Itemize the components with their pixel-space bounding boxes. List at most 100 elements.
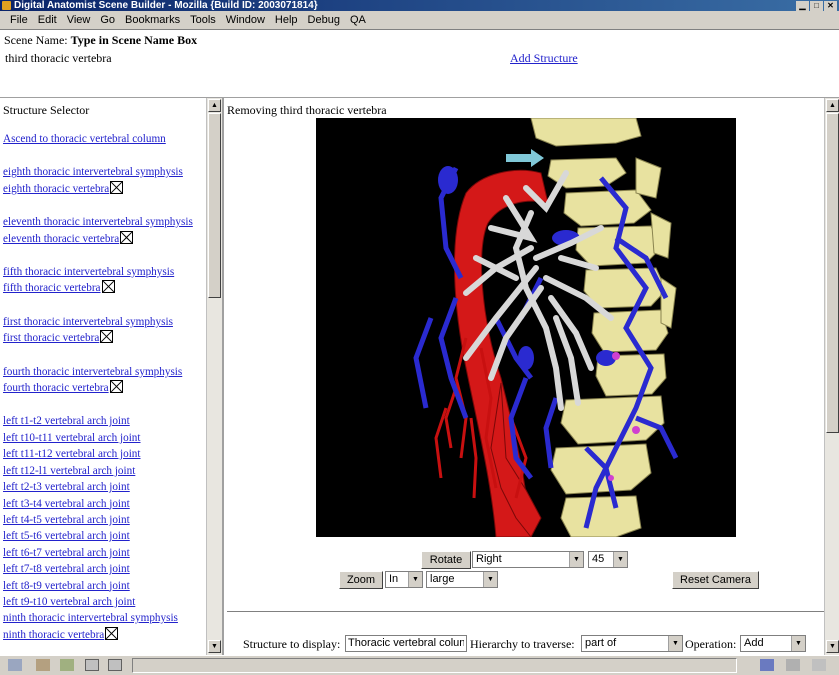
chat-icon[interactable] [85, 659, 99, 671]
joint-link[interactable]: left t1-t2 vertebral arch joint [3, 413, 209, 429]
vertebra-link[interactable]: fifth thoracic vertebra [3, 280, 209, 296]
operation-select[interactable]: Add ▼ [740, 635, 806, 652]
symphysis-link[interactable]: fourth thoracic intervertebral symphysis [3, 364, 209, 380]
chevron-down-icon[interactable]: ▼ [613, 552, 627, 567]
window-titlebar: Digital Anatomist Scene Builder - Mozill… [0, 0, 839, 11]
vertebra-link-label[interactable]: eighth thoracic vertebra [3, 183, 109, 195]
security-icon[interactable] [786, 659, 800, 671]
anatomy-3d-view[interactable] [316, 118, 736, 537]
menu-tools[interactable]: Tools [185, 11, 221, 29]
vertebra-link[interactable]: eleventh thoracic vertebra [3, 230, 209, 247]
scroll-thumb[interactable] [826, 113, 839, 433]
maximize-button[interactable]: □ [810, 1, 823, 11]
composer-icon[interactable] [60, 659, 74, 671]
scene-name-value[interactable]: Type in Scene Name Box [71, 33, 197, 47]
remove-checkbox-icon[interactable] [105, 626, 119, 640]
mail-icon[interactable] [36, 659, 50, 671]
menu-view[interactable]: View [62, 11, 96, 29]
reset-camera-button[interactable]: Reset Camera [672, 571, 759, 589]
menu-debug[interactable]: Debug [303, 11, 345, 29]
structure-controls-row: Structure to display: Thoracic vertebral… [224, 634, 839, 654]
zoom-button[interactable]: Zoom [339, 571, 383, 589]
right-scrollbar[interactable]: ▲ ▼ [824, 98, 839, 655]
menu-bookmarks[interactable]: Bookmarks [120, 11, 185, 29]
joint-link[interactable]: left t2-t3 vertebral arch joint [3, 479, 209, 495]
joint-link[interactable]: left t3-t4 vertebral arch joint [3, 496, 209, 512]
joint-link[interactable]: left t11-t12 vertebral arch joint [3, 446, 209, 462]
structure-selector-heading: Structure Selector [3, 103, 90, 117]
scroll-up-icon[interactable]: ▲ [826, 99, 839, 112]
vertebra-link-label[interactable]: eleventh thoracic vertebra [3, 233, 119, 245]
joint-link[interactable]: left t6-t7 vertebral arch joint [3, 545, 209, 561]
zoom-direction-select[interactable]: In ▼ [385, 571, 423, 588]
joint-link[interactable]: left t8-t9 vertebral arch joint [3, 578, 209, 594]
scroll-down-icon[interactable]: ▼ [208, 640, 221, 653]
scene-header: Scene Name: Type in Scene Name Box third… [0, 30, 839, 98]
remove-checkbox-icon[interactable] [101, 280, 115, 294]
joint-link[interactable]: left t10-t11 vertebral arch joint [3, 430, 209, 446]
hierarchy-select[interactable]: part of ▼ [581, 635, 683, 652]
controls-divider [227, 611, 839, 613]
joint-link[interactable]: left t4-t5 vertebral arch joint [3, 512, 209, 528]
joint-link[interactable]: left t9-t10 vertebral arch joint [3, 594, 209, 610]
scroll-thumb[interactable] [208, 113, 221, 298]
vertebra-link-label[interactable]: fifth thoracic vertebra [3, 282, 101, 294]
close-button[interactable]: ✕ [824, 1, 837, 11]
vertebra-link-label[interactable]: first thoracic vertebra [3, 332, 99, 344]
hierarchy-label: Hierarchy to traverse: [470, 637, 575, 651]
structure-input[interactable]: Thoracic vertebral colun [345, 635, 467, 652]
menu-qa[interactable]: QA [345, 11, 371, 29]
rotate-degrees-select[interactable]: 45 ▼ [588, 551, 628, 568]
chevron-down-icon[interactable]: ▼ [569, 552, 583, 567]
joint-link[interactable]: left t7-t8 vertebral arch joint [3, 561, 209, 577]
remove-checkbox-icon[interactable] [109, 380, 123, 394]
menu-bar: File Edit View Go Bookmarks Tools Window Help De… [0, 11, 839, 30]
operation-select-value: Add [744, 637, 764, 649]
joint-link[interactable]: left t5-t6 vertebral arch joint [3, 528, 209, 544]
vertebra-link-label[interactable]: ninth thoracic vertebra [3, 629, 104, 641]
menu-go[interactable]: Go [95, 11, 120, 29]
vertebra-link[interactable]: fourth thoracic vertebra [3, 380, 209, 396]
ascend-link[interactable]: Ascend to thoracic vertebral column [3, 131, 209, 147]
minimize-button[interactable]: ▁ [796, 1, 809, 11]
menu-edit[interactable]: Edit [33, 11, 62, 29]
rotate-direction-select[interactable]: Right ▼ [472, 551, 584, 568]
menu-help[interactable]: Help [270, 11, 303, 29]
anatomy-render [413, 118, 679, 537]
current-structure: third thoracic vertebra [5, 51, 112, 65]
symphysis-link[interactable]: ninth thoracic intervertebral symphysis [3, 610, 209, 626]
browser-icon[interactable] [8, 659, 22, 671]
chevron-down-icon[interactable]: ▼ [668, 636, 682, 651]
symphysis-link[interactable]: fifth thoracic intervertebral symphysis [3, 264, 209, 280]
menu-window[interactable]: Window [221, 11, 270, 29]
joint-link[interactable]: left t12-l1 vertebral arch joint [3, 463, 209, 479]
remove-checkbox-icon[interactable] [100, 330, 114, 344]
remove-checkbox-icon[interactable] [110, 180, 124, 194]
viewer-status: Removing third thoracic vertebra [227, 103, 387, 117]
remove-checkbox-icon[interactable] [120, 230, 134, 244]
vertebra-link[interactable]: first thoracic vertebra [3, 330, 209, 346]
zoom-amount-value: large [430, 573, 455, 585]
chevron-down-icon[interactable]: ▼ [408, 572, 422, 587]
left-scrollbar[interactable]: ▲ ▼ [206, 98, 222, 655]
menu-file[interactable]: File [0, 11, 33, 29]
symphysis-link[interactable]: eleventh thoracic intervertebral symphys… [3, 214, 209, 230]
chevron-down-icon[interactable]: ▼ [791, 636, 805, 651]
vertebra-link-label[interactable]: fourth thoracic vertebra [3, 382, 109, 394]
scroll-down-icon[interactable]: ▼ [826, 640, 839, 653]
structure-list: Ascend to thoracic vertebral column eigh… [3, 131, 209, 643]
symphysis-link[interactable]: eighth thoracic intervertebral symphysis [3, 164, 209, 180]
chevron-down-icon[interactable]: ▼ [483, 572, 497, 587]
padlock-icon[interactable] [812, 659, 826, 671]
app-icon [2, 1, 11, 10]
add-structure-link[interactable]: Add Structure [510, 51, 578, 66]
address-book-icon[interactable] [108, 659, 122, 671]
zoom-amount-select[interactable]: large ▼ [426, 571, 498, 588]
rotate-button[interactable]: Rotate [421, 551, 471, 569]
vertebra-link[interactable]: ninth thoracic vertebra [3, 626, 209, 643]
scroll-up-icon[interactable]: ▲ [208, 99, 221, 112]
vertebra-link[interactable]: eighth thoracic vertebra [3, 180, 209, 197]
scene-name: Scene Name: Type in Scene Name Box [4, 33, 197, 48]
connection-icon[interactable] [760, 659, 774, 671]
symphysis-link[interactable]: first thoracic intervertebral symphysis [3, 314, 209, 330]
